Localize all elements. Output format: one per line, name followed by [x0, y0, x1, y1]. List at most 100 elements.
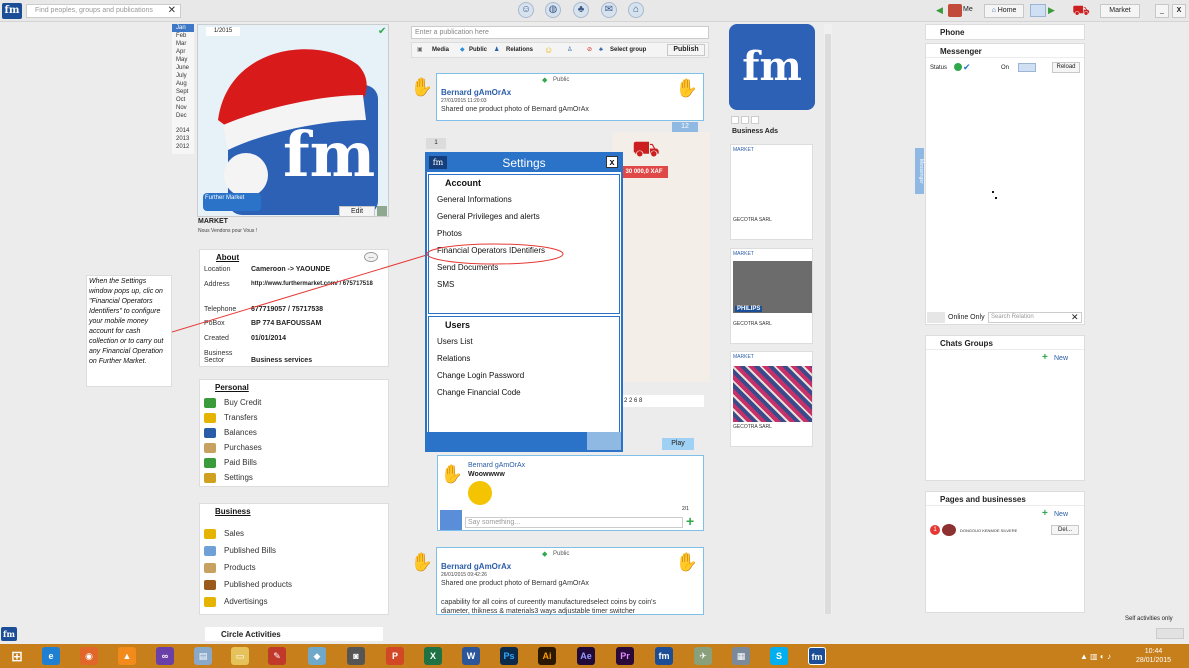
further-market-icon[interactable]: fm — [655, 647, 673, 665]
personal-item[interactable]: Paid Bills — [200, 455, 386, 470]
reload-button[interactable]: Reload — [1052, 62, 1080, 73]
add-icon[interactable]: + — [1042, 353, 1048, 363]
media-icon[interactable]: ▣ — [417, 43, 423, 57]
premiere-icon[interactable]: Pr — [616, 647, 634, 665]
settings-item[interactable]: Change Financial Code — [429, 384, 619, 401]
add-comment-icon[interactable]: + — [686, 514, 694, 528]
paint-icon[interactable]: ✎ — [268, 647, 286, 665]
illustrator-icon[interactable]: Ai — [538, 647, 556, 665]
further-market-active-icon[interactable]: fm — [808, 647, 826, 665]
firefox-icon[interactable]: ◉ — [80, 647, 98, 665]
ad-tab[interactable] — [751, 116, 759, 124]
settings-item[interactable]: Photos — [429, 225, 619, 242]
settings-item[interactable]: SMS — [429, 276, 619, 293]
comment-avatar[interactable]: ✋ — [440, 462, 464, 486]
settings-scroll-handle[interactable] — [587, 432, 621, 450]
app-icon[interactable]: ▦ — [732, 647, 750, 665]
vlc-icon[interactable]: ▲ — [118, 647, 136, 665]
basket-icon[interactable]: ⌂ — [628, 2, 644, 18]
clear-search-icon[interactable]: ✕ — [168, 5, 176, 17]
after-effects-icon[interactable]: Ae — [577, 647, 595, 665]
new-chat-group-link[interactable]: New — [1054, 355, 1068, 362]
close-icon[interactable]: x — [606, 156, 618, 168]
messenger-side-tab[interactable]: Messenger — [915, 148, 924, 194]
powerpoint-icon[interactable]: P — [386, 647, 404, 665]
file-explorer-icon[interactable]: ▭ — [231, 647, 249, 665]
home-button[interactable]: ⌂ Home — [984, 4, 1024, 18]
clock[interactable]: 10:44 28/01/2015 — [1136, 647, 1171, 665]
app-logo[interactable]: fm — [2, 3, 22, 19]
personal-item[interactable]: Transfers — [200, 410, 386, 425]
business-item[interactable]: Sales — [200, 526, 386, 543]
camera-icon[interactable] — [377, 206, 387, 216]
add-icon[interactable]: + — [1042, 509, 1048, 519]
status-dot-icon[interactable] — [954, 63, 962, 71]
personal-item[interactable]: Purchases — [200, 440, 386, 455]
me-link[interactable]: Me — [963, 6, 973, 13]
month-item[interactable]: Sept — [172, 88, 194, 96]
me-avatar[interactable] — [948, 4, 962, 17]
search-input[interactable]: Find peoples, groups and publications ✕ — [26, 4, 181, 18]
settings-item[interactable]: Relations — [429, 350, 619, 367]
ad-card[interactable]: MARKET GECOTRA SARL — [730, 351, 813, 447]
business-item[interactable]: Published products — [200, 577, 386, 594]
close-window-button[interactable]: X — [1172, 4, 1186, 18]
month-item[interactable]: Nov — [172, 104, 194, 112]
market-button[interactable]: Market — [1100, 4, 1140, 18]
photoshop-icon[interactable]: Ps — [500, 647, 518, 665]
globe-icon[interactable]: ◍ — [545, 2, 561, 18]
settings-item[interactable]: Users List — [429, 333, 619, 350]
post-author[interactable]: Bernard gAmOrAx — [441, 562, 511, 571]
post-like-icon[interactable]: ✋ — [675, 76, 699, 100]
publish-button[interactable]: Publish — [667, 44, 705, 56]
excel-icon[interactable]: X — [424, 647, 442, 665]
personal-item[interactable]: Settings — [200, 470, 386, 485]
new-page-link[interactable]: New — [1054, 511, 1068, 518]
ad-tab[interactable] — [731, 116, 739, 124]
edit-photo-button[interactable]: Edit — [339, 206, 375, 217]
internet-explorer-icon[interactable]: e — [42, 647, 60, 665]
back-arrow-icon[interactable]: ◀ — [936, 6, 944, 15]
month-item[interactable]: Oct — [172, 96, 194, 104]
post-author[interactable]: Bernard gAmOrAx — [441, 88, 511, 97]
year-item[interactable]: 2013 — [172, 135, 194, 143]
post-author-avatar[interactable]: ✋ — [410, 550, 434, 574]
year-item[interactable]: 2014 — [172, 127, 194, 135]
business-item[interactable]: Products — [200, 560, 386, 577]
minimize-button[interactable]: _ — [1155, 4, 1169, 18]
ad-card[interactable]: MARKET GECOTRA SARL — [730, 144, 813, 240]
settings-item[interactable]: General Informations — [429, 191, 619, 208]
emoji-icon[interactable]: ☺ — [544, 43, 553, 57]
basket-icon[interactable]: ⛟ — [632, 136, 660, 162]
month-item[interactable]: Jan — [172, 24, 194, 32]
camera-app-icon[interactable]: ◙ — [347, 647, 365, 665]
comment-input[interactable]: Say something... — [465, 517, 683, 528]
month-item[interactable]: Feb — [172, 32, 194, 40]
status-toggle[interactable] — [1018, 63, 1036, 72]
personal-item[interactable]: Buy Credit — [200, 395, 386, 410]
month-item[interactable]: May — [172, 56, 194, 64]
publication-input[interactable]: Enter a publication here — [411, 26, 709, 39]
month-item[interactable]: Apr — [172, 48, 194, 56]
groups-icon[interactable]: ♣ — [573, 2, 589, 18]
clear-search-icon[interactable]: ✕ — [1071, 312, 1079, 322]
public-button[interactable]: Public — [469, 43, 487, 57]
relations-button[interactable]: Relations — [506, 43, 533, 57]
brand-logo[interactable]: fm — [729, 24, 815, 110]
app-icon[interactable]: ◆ — [308, 647, 326, 665]
ad-tab[interactable] — [741, 116, 749, 124]
scrollbar-thumb[interactable] — [825, 34, 831, 614]
month-item[interactable]: July — [172, 72, 194, 80]
month-item[interactable]: Mar — [172, 40, 194, 48]
search-relation-input[interactable]: Search Relation — [988, 312, 1082, 323]
settings-item[interactable]: General Privileges and alerts — [429, 208, 619, 225]
year-item[interactable]: 2012 — [172, 143, 194, 151]
self-activities-toggle[interactable] — [1156, 628, 1184, 639]
app-icon[interactable]: ✈ — [694, 647, 712, 665]
settings-item[interactable]: Change Login Password — [429, 367, 619, 384]
phone-panel[interactable]: Phone — [925, 24, 1085, 40]
visual-studio-icon[interactable]: ∞ — [156, 647, 174, 665]
media-button[interactable]: Media — [432, 43, 449, 57]
business-item[interactable]: Advertisings — [200, 594, 386, 611]
select-group-button[interactable]: Select group — [610, 43, 646, 57]
